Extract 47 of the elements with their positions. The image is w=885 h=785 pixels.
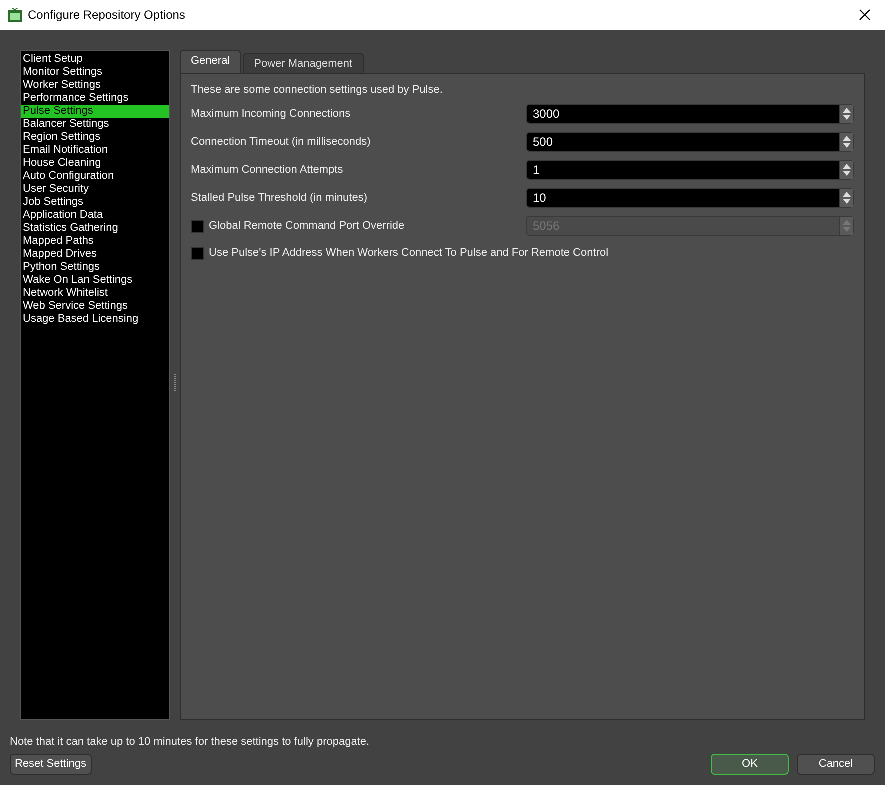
checkbox[interactable] (191, 246, 204, 260)
sidebar-item[interactable]: Job Settings (21, 196, 169, 209)
number-field[interactable]: 10 (526, 188, 854, 208)
setting-label: Connection Timeout (in milliseconds) (191, 134, 371, 150)
setting-label: Stalled Pulse Threshold (in minutes) (191, 190, 368, 206)
close-icon[interactable] (859, 9, 871, 21)
description-text: These are some connection settings used by Pulse. (191, 83, 444, 97)
sidebar-item[interactable]: Email Notification (21, 144, 169, 157)
sidebar-item[interactable]: Wake On Lan Settings (21, 274, 169, 287)
window-title: Configure Repository Options (28, 7, 186, 24)
sidebar-item[interactable]: Balancer Settings (21, 118, 169, 131)
checkbox-label: Global Remote Command Port Override (209, 218, 405, 234)
spinner-icon[interactable] (839, 189, 853, 207)
setting-label: Maximum Incoming Connections (191, 106, 351, 122)
sidebar-item[interactable]: House Cleaning (21, 157, 169, 170)
splitter-handle-icon[interactable] (174, 374, 176, 392)
tab[interactable]: Power Management (243, 53, 364, 73)
sidebar-item[interactable]: Region Settings (21, 131, 169, 144)
number-field[interactable]: 500 (526, 132, 854, 152)
spinner-icon[interactable] (839, 133, 853, 151)
sidebar-item[interactable]: Network Whitelist (21, 287, 169, 300)
sidebar-item[interactable]: Auto Configuration (21, 170, 169, 183)
sidebar-item[interactable]: Usage Based Licensing (21, 313, 169, 326)
number-field[interactable]: 3000 (526, 104, 854, 124)
sidebar-item[interactable]: Statistics Gathering (21, 222, 169, 235)
ok-button[interactable]: OK (711, 754, 789, 775)
app-icon (8, 8, 22, 22)
tab[interactable]: General (180, 50, 242, 73)
reset-button[interactable]: Reset Settings (10, 754, 92, 775)
sidebar-item[interactable]: Mapped Drives (21, 248, 169, 261)
cancel-button[interactable]: Cancel (797, 754, 875, 775)
sidebar-item[interactable]: Client Setup (21, 53, 169, 66)
sidebar-item[interactable]: Python Settings (21, 261, 169, 274)
sidebar-item[interactable]: User Security (21, 183, 169, 196)
setting-label: Maximum Connection Attempts (191, 162, 344, 178)
checkbox-label: Use Pulse's IP Address When Workers Connect To Pulse and For Remote Control (209, 246, 609, 261)
spinner-icon[interactable] (839, 105, 853, 123)
sidebar-item[interactable]: Monitor Settings (21, 66, 169, 79)
sidebar-item[interactable]: Application Data (21, 209, 169, 222)
sidebar-item[interactable]: Performance Settings (21, 92, 169, 105)
sidebar-item[interactable]: Mapped Paths (21, 235, 169, 248)
number-field[interactable]: 1 (526, 160, 854, 180)
sidebar-item[interactable]: Web Service Settings (21, 300, 169, 313)
sidebar-item[interactable]: Pulse Settings (21, 105, 169, 118)
spinner-icon[interactable] (839, 161, 853, 179)
sidebar-item[interactable]: Worker Settings (21, 79, 169, 92)
note-text: Note that it can take up to 10 minutes for these settings to fully propagate. (10, 734, 371, 750)
